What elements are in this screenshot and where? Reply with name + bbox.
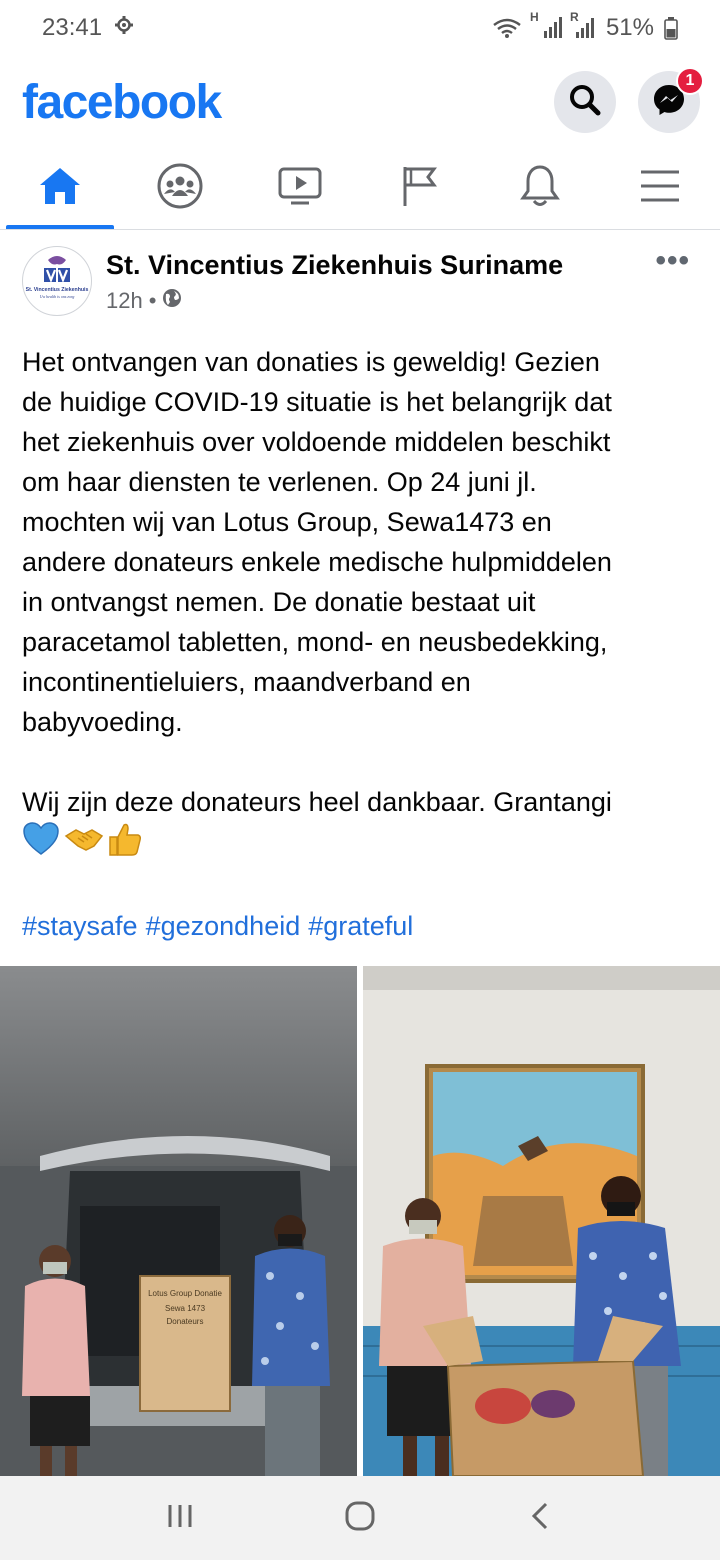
recent-apps-icon bbox=[165, 1503, 195, 1534]
post-line: Het ontvangen van donaties is geweldig! … bbox=[22, 347, 600, 377]
thumbs-up-icon bbox=[108, 821, 142, 868]
video-icon bbox=[277, 166, 323, 211]
post-line: babyvoeding. bbox=[22, 707, 183, 737]
tab-watch[interactable] bbox=[240, 148, 360, 229]
wifi-icon bbox=[492, 17, 522, 39]
post-hashtags: #staysafe #gezondheid #grateful bbox=[22, 906, 413, 946]
post-line: paracetamol tabletten, mond- en neusbede… bbox=[22, 627, 608, 657]
emoji-row bbox=[22, 821, 702, 868]
back-button[interactable] bbox=[500, 1488, 580, 1548]
post-line: de huidige COVID-19 situatie is het bela… bbox=[22, 387, 612, 417]
header-actions: 1 bbox=[554, 67, 704, 133]
tab-menu[interactable] bbox=[600, 148, 720, 229]
photo-van-donation[interactable]: Lotus Group Donatie Sewa 1473 Donateurs bbox=[0, 966, 357, 1476]
menu-icon bbox=[639, 168, 681, 209]
app-header: facebook 1 bbox=[0, 56, 720, 148]
status-bar: 23:41 H R 51% bbox=[0, 0, 720, 56]
hospital-logo-icon: St. Vincentius Ziekenhuis Uw health is o… bbox=[25, 249, 89, 313]
hashtag-link[interactable]: #gezondheid bbox=[146, 906, 301, 946]
search-icon bbox=[568, 83, 602, 122]
box-label: Donateurs bbox=[167, 1317, 204, 1326]
battery-percent: 51% bbox=[605, 14, 654, 41]
post-author[interactable]: St. Vincentius Ziekenhuis Suriname bbox=[106, 248, 698, 282]
home-nav-button[interactable] bbox=[320, 1488, 400, 1548]
recent-apps-button[interactable] bbox=[140, 1488, 220, 1548]
post-header: St. Vincentius Ziekenhuis Uw health is o… bbox=[0, 232, 720, 332]
logo-tagline: Uw health is ons zorg bbox=[40, 294, 75, 299]
system-nav-bar bbox=[0, 1476, 720, 1560]
hashtag-link[interactable]: #staysafe bbox=[22, 906, 138, 946]
tab-bar bbox=[0, 148, 720, 230]
tab-groups[interactable] bbox=[120, 148, 240, 229]
bell-icon bbox=[520, 164, 560, 213]
post-more-button[interactable]: ••• bbox=[655, 244, 690, 278]
box-label: Sewa 1473 bbox=[165, 1304, 206, 1313]
hashtag-link[interactable]: #grateful bbox=[308, 906, 413, 946]
logo-text: St. Vincentius Ziekenhuis bbox=[26, 287, 89, 293]
post-meta: 12h • bbox=[106, 288, 698, 314]
box-label: Lotus Group Donatie bbox=[148, 1289, 222, 1298]
messenger-button[interactable]: 1 bbox=[638, 67, 704, 133]
handshake-icon bbox=[64, 822, 104, 867]
post-line: incontinentieluiers, maandverband en bbox=[22, 667, 471, 697]
facebook-logo[interactable]: facebook bbox=[22, 75, 222, 130]
home-circle-icon bbox=[344, 1500, 376, 1537]
page-avatar[interactable]: St. Vincentius Ziekenhuis Uw health is o… bbox=[22, 246, 92, 316]
settings-gear-icon bbox=[114, 14, 134, 42]
status-left: 23:41 bbox=[42, 14, 134, 42]
post-time[interactable]: 12h bbox=[106, 288, 143, 314]
messenger-badge: 1 bbox=[676, 67, 704, 95]
post-line: in ontvangst nemen. De donatie bestaat u… bbox=[22, 587, 536, 617]
home-icon bbox=[38, 166, 82, 211]
tab-notifications[interactable] bbox=[480, 148, 600, 229]
post-photos: Lotus Group Donatie Sewa 1473 Donateurs bbox=[0, 966, 720, 1476]
blue-heart-icon bbox=[22, 821, 60, 868]
tab-pages[interactable] bbox=[360, 148, 480, 229]
signal-icon-2: R bbox=[570, 10, 596, 40]
clock: 23:41 bbox=[42, 14, 103, 41]
post-text: Het ontvangen van donaties is geweldig! … bbox=[22, 342, 702, 866]
post-line: het ziekenhuis over voldoende middelen b… bbox=[22, 427, 611, 457]
post-line: andere donateurs enkele medische hulpmid… bbox=[22, 547, 612, 577]
flag-icon bbox=[400, 164, 440, 213]
signal-icon-1: H bbox=[530, 10, 562, 40]
status-right: H R 51% bbox=[492, 10, 678, 42]
meta-separator: • bbox=[148, 288, 157, 313]
search-button[interactable] bbox=[554, 71, 616, 133]
post-line: om haar diensten te verlenen. Op 24 juni… bbox=[22, 467, 537, 497]
back-chevron-icon bbox=[530, 1501, 550, 1536]
groups-icon bbox=[156, 162, 204, 215]
post-thanks: Wij zijn deze donateurs heel dankbaar. G… bbox=[22, 787, 612, 817]
post-line: mochten wij van Lotus Group, Sewa1473 en bbox=[22, 507, 552, 537]
battery-icon bbox=[664, 16, 678, 40]
tab-home[interactable] bbox=[0, 148, 120, 229]
photo-box-donation[interactable] bbox=[363, 966, 720, 1476]
globe-icon bbox=[162, 288, 182, 314]
author-block: St. Vincentius Ziekenhuis Suriname 12h • bbox=[106, 248, 698, 314]
